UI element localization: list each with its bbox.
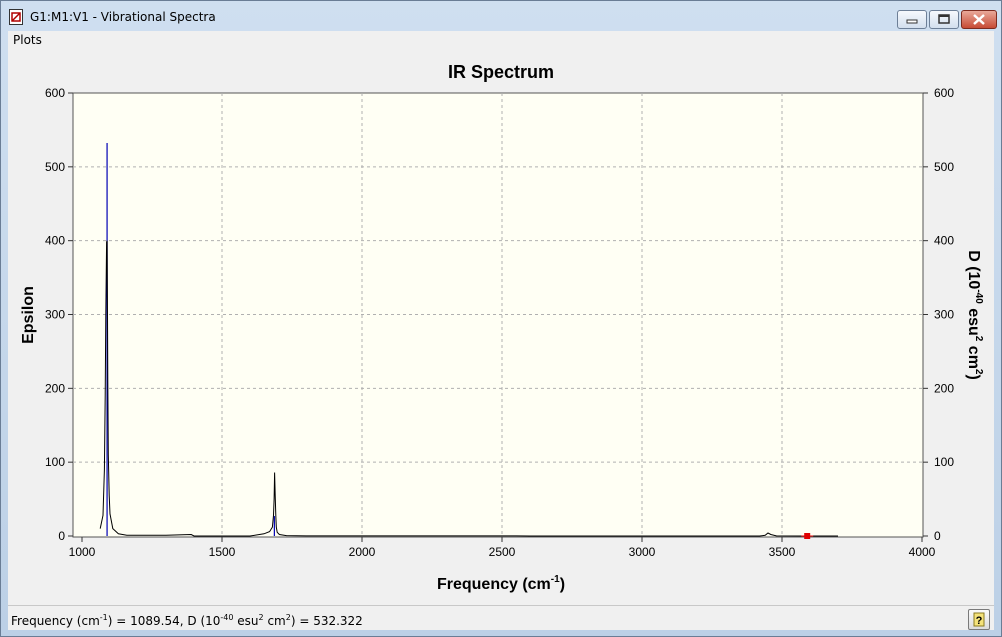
maximize-icon bbox=[938, 14, 950, 24]
minimize-button[interactable] bbox=[897, 10, 927, 29]
x-tick-label: 1500 bbox=[209, 545, 236, 559]
x-tick-label: 2000 bbox=[349, 545, 376, 559]
spectra-window: G1:M1:V1 - Vibrational Spectra Plots IR … bbox=[0, 0, 1002, 637]
y-tick-label: 500 bbox=[45, 160, 65, 174]
chart-title: IR Spectrum bbox=[448, 62, 554, 82]
y2-tick-label: 200 bbox=[934, 381, 954, 395]
x-tick-label: 2500 bbox=[489, 545, 516, 559]
y-axis-right: 0 100 200 300 400 500 600 bbox=[923, 86, 954, 543]
y2-tick-label: 500 bbox=[934, 160, 954, 174]
close-button[interactable] bbox=[961, 10, 997, 29]
status-part: esu bbox=[233, 614, 259, 628]
y2-tick-label: 0 bbox=[934, 529, 941, 543]
plot-panel[interactable]: IR Spectrum 1000 1500 2000 2500 3000 3500 4000… bbox=[9, 50, 994, 604]
minimize-icon bbox=[906, 19, 918, 24]
y2-tick-label: 300 bbox=[934, 308, 954, 322]
window-title: G1:M1:V1 - Vibrational Spectra bbox=[30, 10, 216, 24]
help-question-icon: ? bbox=[973, 612, 985, 627]
x-tick-label: 3500 bbox=[769, 545, 796, 559]
y-axis-label: Epsilon bbox=[20, 286, 37, 344]
status-part: Frequency (cm bbox=[11, 614, 100, 628]
x-tick-label: 4000 bbox=[909, 545, 936, 559]
client-area: Plots IR Spectrum 1000 1500 2000 2500 3000 35… bbox=[8, 31, 994, 630]
x-axis: 1000 1500 2000 2500 3000 3500 4000 bbox=[69, 537, 936, 559]
y-tick-label: 100 bbox=[45, 455, 65, 469]
y2-tick-label: 100 bbox=[934, 455, 954, 469]
y-axis-left: 0 100 200 300 400 500 600 bbox=[45, 86, 73, 543]
x-axis-label-main: Frequency (cm bbox=[437, 576, 551, 593]
help-button[interactable]: ? bbox=[968, 609, 990, 630]
y2-label-part: esu bbox=[965, 304, 982, 336]
ir-spectrum-chart[interactable]: IR Spectrum 1000 1500 2000 2500 3000 3500 4000… bbox=[9, 50, 994, 604]
svg-text:?: ? bbox=[976, 615, 983, 627]
y-tick-label: 400 bbox=[45, 234, 65, 248]
y2-label-part: ) bbox=[965, 374, 982, 379]
y2-axis-label: D (10-40 esu2 cm2) bbox=[965, 250, 984, 380]
menu-plots[interactable]: Plots bbox=[13, 33, 42, 47]
status-readout: Frequency (cm-1) = 1089.54, D (10-40 esu… bbox=[11, 613, 363, 628]
status-part: ) = 1089.54, D (10 bbox=[107, 614, 221, 628]
y-tick-label: 0 bbox=[58, 529, 65, 543]
y2-tick-label: 600 bbox=[934, 86, 954, 100]
x-axis-label-end: ) bbox=[560, 576, 565, 593]
menu-bar: Plots bbox=[8, 31, 994, 49]
y-tick-label: 200 bbox=[45, 381, 65, 395]
x-tick-label: 1000 bbox=[69, 545, 96, 559]
y2-label-sup: -40 bbox=[973, 289, 984, 304]
title-bar[interactable]: G1:M1:V1 - Vibrational Spectra bbox=[1, 1, 1001, 31]
y2-label-part: cm bbox=[965, 341, 982, 369]
y2-tick-label: 400 bbox=[934, 234, 954, 248]
maximize-button[interactable] bbox=[929, 10, 959, 29]
status-part: cm bbox=[263, 614, 286, 628]
x-axis-label: Frequency (cm-1) bbox=[437, 574, 565, 593]
document-chart-icon bbox=[9, 9, 23, 25]
close-icon bbox=[973, 14, 985, 25]
x-tick-label: 3000 bbox=[629, 545, 656, 559]
y-tick-label: 300 bbox=[45, 308, 65, 322]
y-tick-label: 600 bbox=[45, 86, 65, 100]
y2-label-part: D (10 bbox=[965, 250, 982, 289]
status-sup: -1 bbox=[99, 613, 108, 622]
status-part: ) = 532.322 bbox=[290, 614, 363, 628]
status-sup: -40 bbox=[220, 613, 234, 622]
status-bar: Frequency (cm-1) = 1089.54, D (10-40 esu… bbox=[8, 605, 994, 631]
